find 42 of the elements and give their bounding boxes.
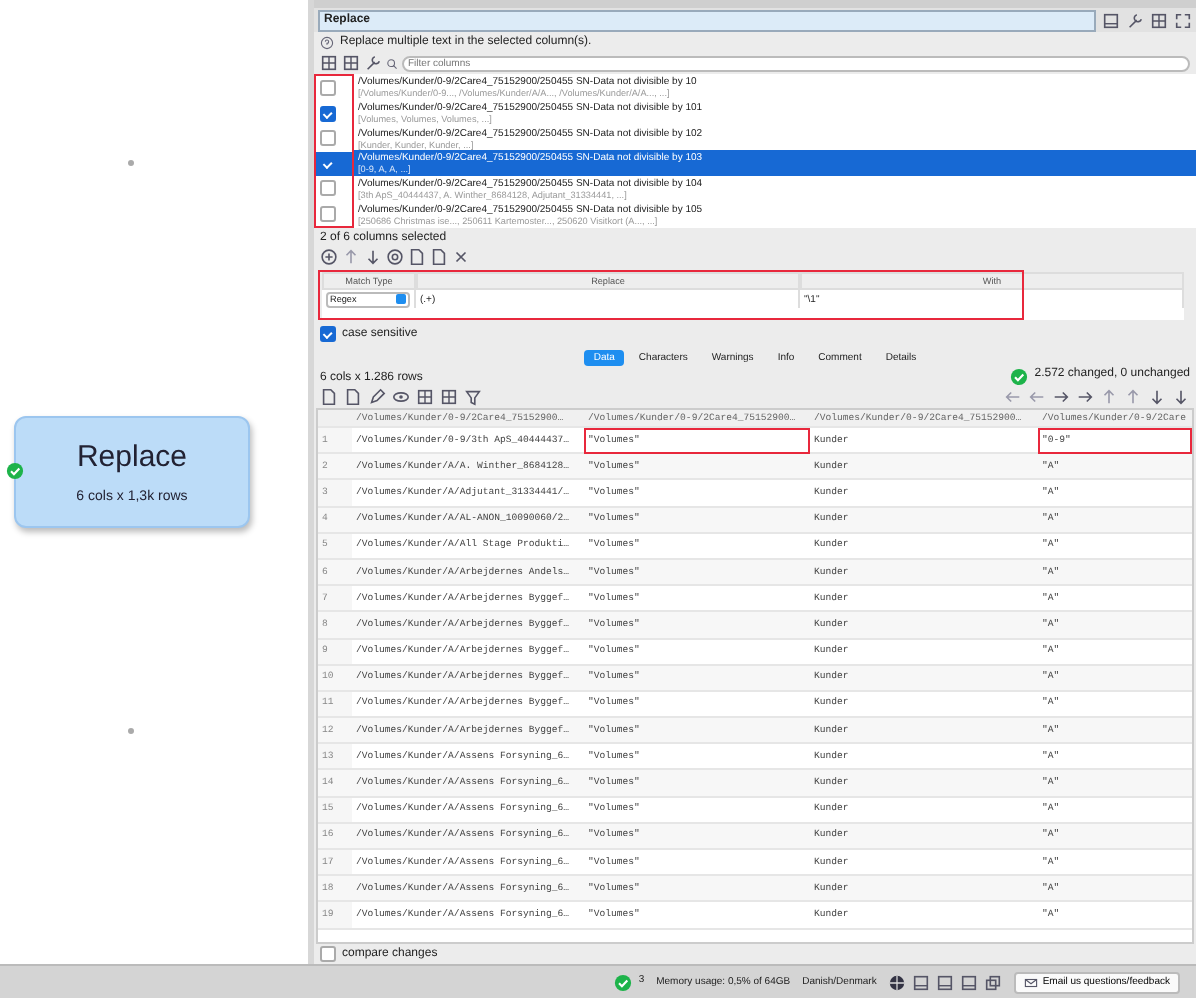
checkbox[interactable] (320, 80, 336, 97)
check-icon (6, 462, 24, 480)
wrench-icon[interactable] (1126, 11, 1144, 29)
help-icon (320, 35, 334, 49)
grid-icon[interactable] (416, 388, 434, 406)
panel-icon[interactable] (936, 973, 955, 991)
port-dot (128, 728, 134, 734)
wrench-icon[interactable] (364, 54, 382, 72)
checkbox[interactable] (320, 326, 336, 342)
arrow-down-icon[interactable] (1148, 388, 1166, 406)
arrow-right-icon[interactable] (1052, 388, 1070, 406)
globe-icon[interactable] (888, 973, 907, 991)
panel-icon[interactable] (960, 973, 979, 991)
mail-icon (1024, 975, 1039, 989)
filter-icon[interactable] (464, 388, 482, 406)
checkbox[interactable] (320, 946, 336, 962)
port-dot (128, 160, 134, 166)
panel-icon[interactable] (912, 973, 931, 991)
search-icon (386, 57, 398, 69)
node-title: Replace (76, 440, 188, 474)
checkbox[interactable] (320, 180, 336, 197)
check-icon (614, 973, 633, 991)
panel-icon[interactable] (1102, 11, 1120, 29)
pencil-icon[interactable] (368, 388, 386, 406)
eye-icon[interactable] (392, 388, 410, 406)
checkbox[interactable] (320, 130, 336, 147)
arrow-down-icon[interactable] (1172, 388, 1190, 406)
copy-icon[interactable] (984, 973, 1003, 991)
arrow-down-icon[interactable] (364, 248, 382, 266)
checkbox[interactable] (320, 105, 336, 122)
grid-icon[interactable] (320, 54, 338, 72)
stepper-icon (396, 294, 406, 304)
check-icon (1010, 368, 1029, 386)
arrow-right-icon[interactable] (1076, 388, 1094, 406)
plus-icon[interactable] (320, 248, 338, 266)
close-icon[interactable] (452, 248, 470, 266)
grid-icon[interactable] (342, 54, 360, 72)
expand-icon[interactable] (1174, 11, 1192, 29)
grid-icon[interactable] (440, 388, 458, 406)
checkbox[interactable] (320, 205, 336, 222)
target-icon[interactable] (386, 248, 404, 266)
grid-icon[interactable] (1150, 11, 1168, 29)
